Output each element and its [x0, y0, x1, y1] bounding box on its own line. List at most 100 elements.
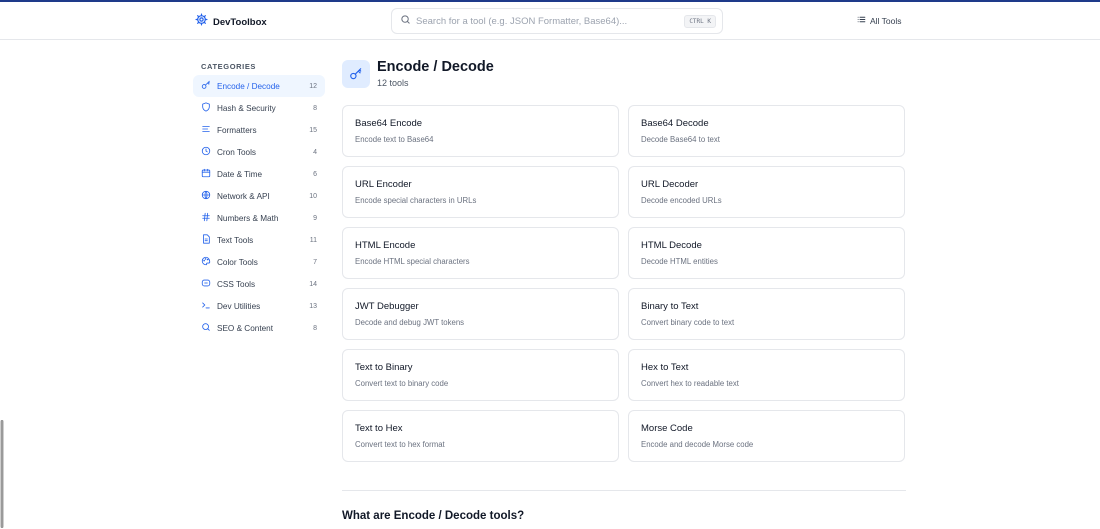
- page-header: Encode / Decode 12 tools: [342, 58, 906, 88]
- sidebar-item-label: Cron Tools: [217, 147, 256, 157]
- tool-description: Decode and debug JWT tokens: [355, 318, 465, 327]
- tool-name: Hex to Text: [641, 362, 689, 373]
- sidebar-item-date-time[interactable]: Date & Time 6: [193, 163, 325, 185]
- sidebar-item-label: CSS Tools: [217, 279, 256, 289]
- globe-icon: [201, 190, 217, 202]
- gear-logo-icon: [195, 13, 208, 31]
- tool-name: HTML Encode: [355, 240, 416, 251]
- tool-description: Encode special characters in URLs: [355, 196, 477, 205]
- tool-description: Convert text to hex format: [355, 440, 445, 449]
- tool-description: Decode encoded URLs: [641, 196, 722, 205]
- sidebar-item-seo-content[interactable]: SEO & Content 8: [193, 317, 325, 339]
- tool-grid: Base64 Encode Encode text to Base64 Base6…: [342, 105, 906, 462]
- sidebar-item-label: Encode / Decode: [217, 81, 280, 91]
- sidebar-item-hash-security[interactable]: Hash & Security 8: [193, 97, 325, 119]
- sidebar-item-text-tools[interactable]: Text Tools 11: [193, 229, 325, 251]
- section-heading: What are Encode / Decode tools?: [342, 510, 525, 522]
- tool-name: Text to Hex: [355, 423, 403, 434]
- sidebar-item-numbers-math[interactable]: Numbers & Math 9: [193, 207, 325, 229]
- tool-card-text-to-hex[interactable]: Text to Hex Convert text to hex format: [342, 410, 619, 462]
- tool-name: Base64 Decode: [641, 118, 709, 129]
- tool-description: Convert text to binary code: [355, 379, 449, 388]
- sidebar-item-count: 8: [313, 104, 317, 112]
- key-icon: [201, 80, 217, 92]
- calendar-icon: [201, 168, 217, 180]
- tool-name: Morse Code: [641, 423, 693, 434]
- sidebar-item-label: Dev Utilities: [217, 301, 261, 311]
- tool-count: 12 tools: [377, 78, 409, 88]
- search-icon: [201, 322, 217, 334]
- tool-card-hex-to-text[interactable]: Hex to Text Convert hex to readable text: [628, 349, 905, 401]
- sidebar-item-dev-utilities[interactable]: Dev Utilities 13: [193, 295, 325, 317]
- tool-name: Binary to Text: [641, 301, 699, 312]
- search-box[interactable]: CTRL K: [391, 8, 723, 34]
- terminal-icon: [201, 300, 217, 312]
- key-icon: [342, 60, 370, 88]
- sidebar-item-formatters[interactable]: Formatters 15: [193, 119, 325, 141]
- page-title: Encode / Decode: [377, 59, 494, 75]
- clock-icon: [201, 146, 217, 158]
- file-text-icon: [201, 234, 217, 246]
- scrollbar-handle[interactable]: [0, 420, 4, 528]
- shield-icon: [201, 102, 217, 114]
- code-icon: [201, 278, 217, 290]
- sidebar-item-count: 6: [313, 170, 317, 178]
- tool-card-html-decode[interactable]: HTML Decode Decode HTML entities: [628, 227, 905, 279]
- tool-card-base64-decode[interactable]: Base64 Decode Decode Base64 to text: [628, 105, 905, 157]
- all-tools-button[interactable]: All Tools: [857, 15, 902, 26]
- tool-description: Decode HTML entities: [641, 257, 718, 266]
- tool-description: Encode HTML special characters: [355, 257, 470, 266]
- section-divider: [342, 490, 906, 491]
- shortcut-badge: CTRL K: [684, 15, 716, 28]
- tool-card-url-decoder[interactable]: URL Decoder Decode encoded URLs: [628, 166, 905, 218]
- tool-card-base64-encode[interactable]: Base64 Encode Encode text to Base64: [342, 105, 619, 157]
- sidebar-item-count: 13: [309, 302, 317, 310]
- tool-card-url-encoder[interactable]: URL Encoder Encode special characters in …: [342, 166, 619, 218]
- tool-card-morse-code[interactable]: Morse Code Encode and decode Morse code: [628, 410, 905, 462]
- sidebar-item-count: 11: [309, 236, 317, 244]
- sidebar-item-network-api[interactable]: Network & API 10: [193, 185, 325, 207]
- tool-name: Base64 Encode: [355, 118, 423, 129]
- hash-icon: [201, 212, 217, 224]
- sidebar-item-count: 14: [309, 280, 317, 288]
- tool-description: Encode and decode Morse code: [641, 440, 754, 449]
- tool-card-jwt-debugger[interactable]: JWT Debugger Decode and debug JWT tokens: [342, 288, 619, 340]
- sidebar-item-label: SEO & Content: [217, 323, 273, 333]
- sidebar-item-count: 9: [313, 214, 317, 222]
- sidebar-item-label: Hash & Security: [217, 103, 276, 113]
- sidebar-item-label: Network & API: [217, 191, 270, 201]
- tool-card-text-to-binary[interactable]: Text to Binary Convert text to binary cod…: [342, 349, 619, 401]
- tool-description: Convert binary code to text: [641, 318, 735, 327]
- brand-logo-link[interactable]: DevToolbox: [195, 13, 267, 31]
- align-left-icon: [201, 124, 217, 136]
- main-content: Encode / Decode 12 tools Base64 Encode En…: [342, 58, 906, 462]
- palette-icon: [201, 256, 217, 268]
- sidebar-item-count: 4: [313, 148, 317, 156]
- sidebar-item-color-tools[interactable]: Color Tools 7: [193, 251, 325, 273]
- brand-name: DevToolbox: [213, 16, 267, 28]
- sidebar-item-count: 7: [313, 258, 317, 266]
- tool-card-binary-to-text[interactable]: Binary to Text Convert binary code to tex…: [628, 288, 905, 340]
- tool-card-html-encode[interactable]: HTML Encode Encode HTML special character…: [342, 227, 619, 279]
- tool-name: URL Decoder: [641, 179, 699, 190]
- sidebar-item-count: 15: [309, 126, 317, 134]
- sidebar-item-cron-tools[interactable]: Cron Tools 4: [193, 141, 325, 163]
- tool-description: Decode Base64 to text: [641, 135, 720, 144]
- tool-description: Encode text to Base64: [355, 135, 434, 144]
- sidebar-item-css-tools[interactable]: CSS Tools 14: [193, 273, 325, 295]
- sidebar-item-encode-decode[interactable]: Encode / Decode 12: [193, 75, 325, 97]
- sidebar-item-count: 12: [309, 82, 317, 90]
- sidebar-item-label: Numbers & Math: [217, 213, 279, 223]
- tool-name: URL Encoder: [355, 179, 412, 190]
- sidebar-item-label: Formatters: [217, 125, 257, 135]
- sidebar-item-label: Color Tools: [217, 257, 258, 267]
- search-input[interactable]: [416, 15, 676, 27]
- categories-heading: CATEGORIES: [201, 62, 257, 71]
- search-icon: [400, 12, 416, 30]
- list-icon: [857, 15, 866, 26]
- tool-name: HTML Decode: [641, 240, 702, 251]
- sidebar-item-label: Date & Time: [217, 169, 263, 179]
- sidebar-item-count: 10: [309, 192, 317, 200]
- sidebar-item-count: 8: [313, 324, 317, 332]
- tool-description: Convert hex to readable text: [641, 379, 739, 388]
